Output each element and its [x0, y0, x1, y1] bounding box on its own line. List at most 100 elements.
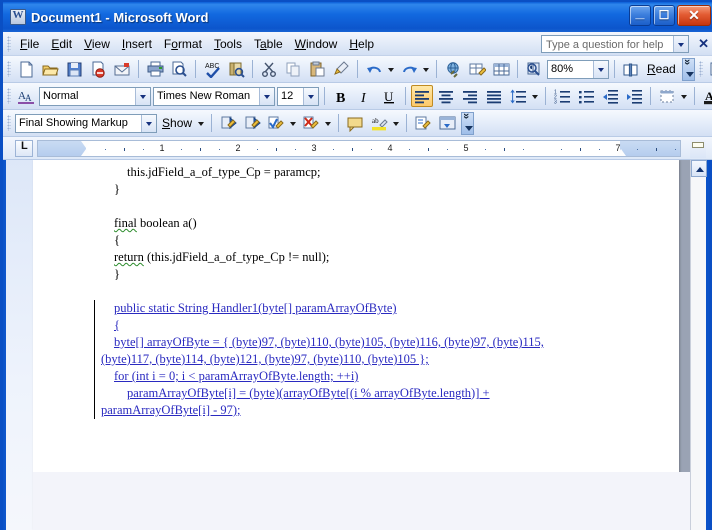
open-icon[interactable]: [39, 58, 61, 80]
align-justify-button[interactable]: [483, 85, 505, 107]
format-painter-icon[interactable]: [330, 58, 352, 80]
close-button[interactable]: ✕: [677, 5, 711, 26]
menu-item-view[interactable]: View: [78, 35, 116, 53]
standard-toolbar-options-button[interactable]: [681, 57, 695, 81]
menu-bar-grip[interactable]: [7, 35, 11, 52]
reviewing-toolbar-grip[interactable]: [7, 115, 11, 131]
show-dropdown-arrow[interactable]: [196, 112, 207, 134]
standard-toolbar-grip[interactable]: [7, 61, 11, 77]
title-bar: Document1 - Microsoft Word _ ☐ ✕: [3, 2, 712, 32]
close-document-button[interactable]: ✕: [698, 36, 709, 52]
vertical-scrollbar[interactable]: [690, 160, 707, 530]
extra-toolbar-grip[interactable]: [698, 61, 703, 77]
undo-dropdown-arrow[interactable]: [386, 58, 397, 80]
show-hide-formatting-icon[interactable]: ¶: [523, 58, 545, 80]
style-combo[interactable]: Normal: [39, 86, 151, 106]
reject-change-dropdown-arrow[interactable]: [323, 112, 334, 134]
minimize-button[interactable]: _: [629, 5, 651, 26]
menu-item-help[interactable]: Help: [343, 35, 380, 53]
underline-button[interactable]: U: [378, 85, 400, 107]
show-menu-button[interactable]: Show: [158, 116, 196, 130]
italic-button[interactable]: I: [354, 85, 376, 107]
new-blank-document-icon[interactable]: [15, 58, 37, 80]
redo-icon[interactable]: [398, 58, 420, 80]
read-icon[interactable]: [620, 58, 642, 80]
tab-stop-selector[interactable]: [15, 140, 33, 157]
line-spacing-dropdown-arrow[interactable]: [530, 85, 541, 107]
style-dropdown-arrow[interactable]: [135, 87, 150, 105]
align-left-glyph: [414, 88, 431, 105]
menu-item-insert[interactable]: Insert: [116, 35, 158, 53]
highlight-dropdown-arrow[interactable]: [391, 112, 402, 134]
scroll-up-arrow-icon[interactable]: [691, 160, 707, 177]
bold-button[interactable]: B: [330, 85, 352, 107]
menu-item-edit[interactable]: Edit: [45, 35, 78, 53]
hanging-indent-marker[interactable]: [81, 149, 91, 156]
email-icon[interactable]: [111, 58, 133, 80]
spelling-grammar-icon[interactable]: ABC: [201, 58, 223, 80]
maximize-button[interactable]: ☐: [653, 5, 675, 26]
display-for-review-dropdown-arrow[interactable]: [141, 114, 156, 132]
align-center-button[interactable]: [435, 85, 457, 107]
zoom-dropdown-arrow[interactable]: [593, 60, 608, 78]
ask-a-question-input[interactable]: Type a question for help: [541, 35, 689, 53]
decrease-indent-icon[interactable]: [599, 85, 621, 107]
font-name-combo[interactable]: Times New Roman: [153, 86, 275, 106]
permission-icon[interactable]: [87, 58, 109, 80]
formatting-toolbar-grip[interactable]: [7, 88, 11, 104]
menu-item-file[interactable]: FFileile: [14, 35, 45, 53]
insert-hyperlink-icon[interactable]: [442, 58, 464, 80]
browse-object-button[interactable]: [692, 142, 704, 148]
menu-item-table[interactable]: Table: [248, 35, 289, 53]
menu-item-window[interactable]: Window: [289, 35, 344, 53]
align-right-button[interactable]: [459, 85, 481, 107]
menu-item-tools[interactable]: Tools: [208, 35, 248, 53]
redo-dropdown-arrow[interactable]: [421, 58, 432, 80]
insert-table-icon[interactable]: [490, 58, 512, 80]
next-change-icon[interactable]: [241, 112, 263, 134]
reviewing-pane-glyph: [439, 115, 456, 132]
borders-icon[interactable]: [656, 85, 678, 107]
menu-item-format[interactable]: Format: [158, 35, 208, 53]
zoom-combo[interactable]: 80%: [547, 59, 609, 79]
reviewing-toolbar-options-button[interactable]: [461, 111, 475, 135]
paste-icon[interactable]: [306, 58, 328, 80]
highlight-icon[interactable]: ab: [368, 112, 390, 134]
track-changes-icon[interactable]: [412, 112, 434, 134]
accept-change-icon[interactable]: [265, 112, 287, 134]
cut-icon[interactable]: [258, 58, 280, 80]
insert-comment-icon[interactable]: [344, 112, 366, 134]
display-for-review-combo[interactable]: Final Showing Markup: [15, 113, 157, 133]
reviewing-pane-icon[interactable]: [436, 112, 458, 134]
borders-glyph: [659, 88, 676, 105]
ask-a-question-dropdown-arrow[interactable]: [673, 36, 688, 52]
horizontal-ruler[interactable]: 123457: [37, 140, 681, 157]
styles-and-formatting-icon[interactable]: AA: [15, 85, 37, 107]
tables-and-borders-icon[interactable]: [466, 58, 488, 80]
accept-change-dropdown-arrow[interactable]: [288, 112, 299, 134]
font-size-combo[interactable]: 12: [277, 86, 319, 106]
copy-icon[interactable]: [282, 58, 304, 80]
ruler-quarter-inch-dot: [219, 149, 220, 150]
markup-editor-icon[interactable]: [707, 58, 712, 80]
borders-dropdown-arrow[interactable]: [679, 85, 690, 107]
undo-icon[interactable]: [363, 58, 385, 80]
toolbar-separator: [324, 87, 325, 105]
increase-indent-icon[interactable]: [623, 85, 645, 107]
right-indent-marker[interactable]: [616, 149, 626, 156]
font-size-dropdown-arrow[interactable]: [303, 87, 318, 105]
first-line-indent-marker[interactable]: [81, 141, 91, 148]
read-button-label[interactable]: Read: [643, 62, 680, 76]
save-icon[interactable]: [63, 58, 85, 80]
print-preview-icon[interactable]: [168, 58, 190, 80]
line-spacing-icon[interactable]: [507, 85, 529, 107]
previous-change-icon[interactable]: [217, 112, 239, 134]
align-left-button[interactable]: [411, 85, 433, 107]
font-name-dropdown-arrow[interactable]: [259, 87, 274, 105]
numbered-list-icon[interactable]: 123: [551, 85, 573, 107]
bulleted-list-icon[interactable]: [575, 85, 597, 107]
reject-change-icon[interactable]: [300, 112, 322, 134]
print-icon[interactable]: [144, 58, 166, 80]
research-icon[interactable]: [225, 58, 247, 80]
font-color-icon[interactable]: A: [700, 85, 712, 107]
